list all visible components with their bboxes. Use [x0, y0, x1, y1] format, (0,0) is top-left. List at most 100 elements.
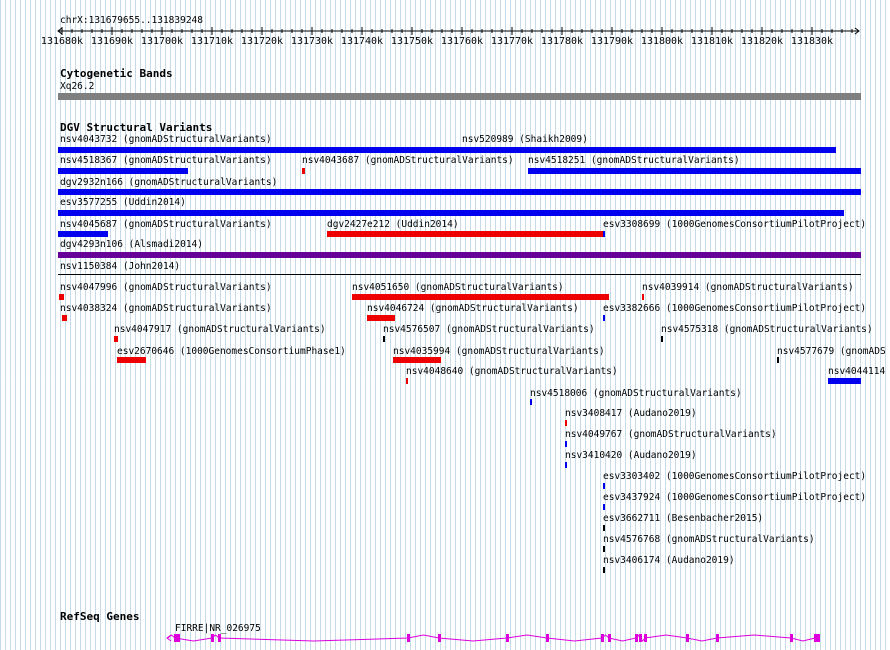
variant-bar[interactable]: [828, 378, 861, 384]
variant-bar[interactable]: [406, 378, 408, 384]
gene-exon: [438, 634, 441, 642]
ruler-tick-label: 131780k: [541, 36, 583, 47]
variant-bar[interactable]: [352, 294, 609, 300]
variant-bar[interactable]: [603, 315, 605, 321]
gene-exon: [686, 634, 689, 642]
gene-exon: [644, 634, 647, 642]
ruler-tick-label: 131750k: [391, 36, 433, 47]
gene-strand-arrow: [166, 634, 172, 642]
variant-bar[interactable]: [367, 315, 395, 321]
variant-line[interactable]: [58, 274, 861, 275]
variant-label: nsv4518367 (gnomADStructuralVariants): [60, 155, 272, 166]
variant-label: nsv4046724 (gnomADStructuralVariants): [367, 303, 579, 314]
gene-exon: [407, 634, 410, 642]
variant-label: nsv4047917 (gnomADStructuralVariants): [114, 324, 326, 335]
variant-label: nsv3410420 (Audano2019): [565, 450, 697, 461]
gene-exon: [218, 634, 221, 642]
variant-bar[interactable]: [603, 483, 605, 489]
variant-label: nsv4577679 (gnomADS: [777, 346, 886, 357]
variant-label: nsv4518006 (gnomADStructuralVariants): [530, 388, 742, 399]
gene-exon: [635, 634, 638, 642]
gene-exon: [601, 634, 604, 642]
variant-bar[interactable]: [114, 336, 118, 342]
variant-bar[interactable]: [603, 546, 605, 552]
variant-bar[interactable]: [777, 357, 779, 363]
variant-bar[interactable]: [117, 357, 146, 363]
variant-bar[interactable]: [327, 231, 604, 237]
variant-bar[interactable]: [58, 147, 461, 153]
ruler-tick-label: 131740k: [341, 36, 383, 47]
variant-bar[interactable]: [59, 294, 64, 300]
variant-bar[interactable]: [58, 168, 188, 174]
variant-label: esv2670646 (1000GenomesConsortiumPhase1): [117, 346, 346, 357]
variant-bar[interactable]: [58, 252, 861, 258]
variant-bar[interactable]: [461, 147, 836, 153]
variant-bar[interactable]: [393, 357, 441, 363]
track-title-refseq: RefSeq Genes: [60, 610, 140, 623]
variant-bar[interactable]: [58, 210, 844, 216]
variant-label: esv3662711 (Besenbacher2015): [603, 513, 764, 524]
gene-exon: [608, 634, 611, 642]
variant-label: nsv4051650 (gnomADStructuralVariants): [352, 282, 564, 293]
gene-exon: [790, 634, 793, 642]
variant-label: nsv4048640 (gnomADStructuralVariants): [406, 366, 618, 377]
ruler-tick-label: 131800k: [641, 36, 683, 47]
ruler-tick-label: 131730k: [291, 36, 333, 47]
track-title-dgv: DGV Structural Variants: [60, 121, 213, 134]
ruler-tick-label: 131770k: [491, 36, 533, 47]
variant-bar[interactable]: [58, 189, 861, 195]
variant-bar[interactable]: [603, 567, 605, 573]
variant-bar[interactable]: [603, 231, 605, 237]
variant-bar[interactable]: [565, 420, 567, 426]
variant-bar[interactable]: [565, 462, 567, 468]
variant-label: nsv4575318 (gnomADStructuralVariants): [661, 324, 873, 335]
variant-label: nsv3406174 (Audano2019): [603, 555, 735, 566]
variant-label: nsv4576768 (gnomADStructuralVariants): [603, 534, 815, 545]
variant-bar[interactable]: [603, 525, 605, 531]
variant-label: dgv4293n106 (Alsmadi2014): [60, 239, 203, 250]
cytoband-bar[interactable]: [58, 93, 861, 100]
variant-bar[interactable]: [302, 168, 305, 174]
variant-bar[interactable]: [528, 168, 861, 174]
variant-label: nsv4049767 (gnomADStructuralVariants): [565, 429, 777, 440]
gene-exon: [639, 634, 642, 642]
variant-label: nsv4518251 (gnomADStructuralVariants): [528, 155, 740, 166]
variant-label: nsv4047996 (gnomADStructuralVariants): [60, 282, 272, 293]
variant-bar[interactable]: [642, 294, 644, 300]
variant-label: nsv4576507 (gnomADStructuralVariants): [383, 324, 595, 335]
variant-label: nsv520989 (Shaikh2009): [462, 134, 588, 145]
ruler-tick-label: 131700k: [141, 36, 183, 47]
ruler-tick-label: 131760k: [441, 36, 483, 47]
gene-intron: [167, 634, 820, 642]
variant-bar[interactable]: [383, 336, 385, 342]
variant-label: nsv3408417 (Audano2019): [565, 408, 697, 419]
variant-label: nsv4043687 (gnomADStructuralVariants): [302, 155, 514, 166]
variant-bar[interactable]: [62, 315, 67, 321]
variant-bar[interactable]: [603, 504, 605, 510]
variant-label: esv3437924 (1000GenomesConsortiumPilotPr…: [603, 492, 867, 503]
cytoband-label: Xq26.2: [60, 81, 95, 92]
gene-exon: [174, 634, 180, 642]
variant-label: nsv4044114: [828, 366, 886, 377]
variant-label: nsv4035994 (gnomADStructuralVariants): [393, 346, 605, 357]
gene-exon: [546, 634, 549, 642]
ruler-tick-label: 131830k: [791, 36, 833, 47]
variant-label: nsv4045687 (gnomADStructuralVariants): [60, 219, 272, 230]
ruler-tick-label: 131810k: [691, 36, 733, 47]
ruler-tick-label: 131820k: [741, 36, 783, 47]
gene-exon: [211, 634, 214, 642]
ruler-tick-label: 131710k: [191, 36, 233, 47]
variant-bar[interactable]: [530, 399, 532, 405]
variant-label: esv3577255 (Uddin2014): [60, 197, 186, 208]
variant-bar[interactable]: [58, 231, 108, 237]
variant-bar[interactable]: [565, 441, 567, 447]
variant-label: nsv4039914 (gnomADStructuralVariants): [642, 282, 854, 293]
ruler-tick-label: 131680k: [41, 36, 83, 47]
variant-bar[interactable]: [661, 336, 663, 342]
gene-model-firre[interactable]: [0, 628, 890, 648]
gene-exon: [716, 634, 719, 642]
variant-label: nsv4038324 (gnomADStructuralVariants): [60, 303, 272, 314]
gene-exon: [506, 634, 509, 642]
variant-label: esv3382666 (1000GenomesConsortiumPilotPr…: [603, 303, 867, 314]
variant-label: dgv2427e212 (Uddin2014): [327, 219, 459, 230]
